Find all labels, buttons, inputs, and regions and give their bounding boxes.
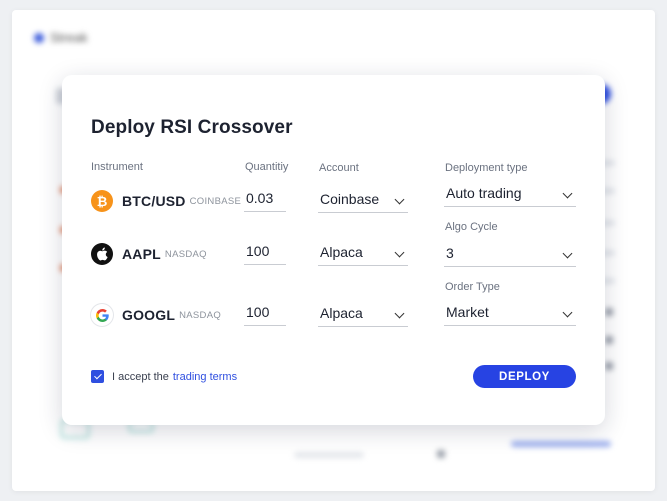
algo-cycle-value: 3: [446, 245, 454, 261]
bg-marker: [605, 308, 613, 316]
chevron-down-icon: [394, 308, 405, 319]
bg-marker: [605, 362, 613, 370]
deployment-type-value: Auto trading: [446, 185, 522, 201]
deploy-modal: Deploy RSI Crossover Instrument Quantiti…: [62, 75, 605, 425]
account-select-googl[interactable]: Alpaca: [318, 301, 408, 327]
trading-terms-link[interactable]: trading terms: [173, 371, 237, 383]
quantity-value: 100: [246, 304, 270, 320]
instrument-symbol: BTC/USD: [122, 193, 186, 209]
google-icon: [91, 304, 113, 326]
app-logo: Streak: [34, 30, 88, 45]
bg-line: [294, 452, 364, 458]
order-type-select[interactable]: Market: [444, 300, 576, 326]
bg-marker: [437, 450, 445, 458]
chevron-down-icon: [394, 194, 405, 205]
deploy-button[interactable]: DEPLOY: [473, 365, 576, 388]
quantity-input-googl[interactable]: 100: [244, 300, 286, 326]
account-column-header: Account: [319, 162, 359, 174]
quantity-value: 0.03: [246, 190, 274, 206]
order-type-label: Order Type: [445, 281, 500, 293]
instrument-row-aapl: AAPL NASDAQ: [91, 242, 207, 266]
chevron-down-icon: [394, 247, 405, 258]
chevron-down-icon: [562, 307, 573, 318]
instrument-symbol: GOOGL: [122, 307, 176, 323]
instrument-symbol: AAPL: [122, 246, 161, 262]
app-name: Streak: [50, 30, 88, 45]
account-value: Alpaca: [320, 244, 363, 260]
chevron-down-icon: [562, 248, 573, 259]
apple-icon: [91, 243, 113, 265]
quantity-column-header: Quantitiy: [245, 161, 289, 173]
instrument-exchange: NASDAQ: [164, 248, 207, 260]
instrument-column-header: Instrument: [91, 161, 143, 173]
chevron-down-icon: [562, 188, 573, 199]
instrument-exchange: COINBASE: [189, 195, 242, 207]
algo-cycle-label: Algo Cycle: [445, 221, 498, 233]
bg-link: [511, 441, 611, 447]
terms-row: I accept the trading terms: [91, 370, 237, 383]
deployment-type-label: Deployment type: [445, 162, 528, 174]
quantity-input-aapl[interactable]: 100: [244, 239, 286, 265]
instrument-exchange: NASDAQ: [179, 309, 222, 321]
deployment-type-select[interactable]: Auto trading: [444, 181, 576, 207]
quantity-value: 100: [246, 243, 270, 259]
bitcoin-icon: ₿: [91, 190, 113, 212]
account-value: Alpaca: [320, 305, 363, 321]
logo-icon: [34, 32, 44, 43]
modal-title: Deploy RSI Crossover: [91, 117, 293, 138]
algo-cycle-select[interactable]: 3: [444, 241, 576, 267]
account-select-aapl[interactable]: Alpaca: [318, 240, 408, 266]
terms-checkbox[interactable]: [91, 370, 104, 383]
terms-text: I accept the: [112, 370, 169, 383]
instrument-row-googl: GOOGL NASDAQ: [91, 303, 221, 327]
account-select-btc[interactable]: Coinbase: [318, 187, 408, 213]
order-type-value: Market: [446, 304, 489, 320]
instrument-row-btc: ₿ BTC/USD COINBASE: [91, 189, 241, 213]
account-value: Coinbase: [320, 191, 380, 207]
bg-marker: [605, 336, 613, 344]
quantity-input-btc[interactable]: 0.03: [244, 186, 286, 212]
